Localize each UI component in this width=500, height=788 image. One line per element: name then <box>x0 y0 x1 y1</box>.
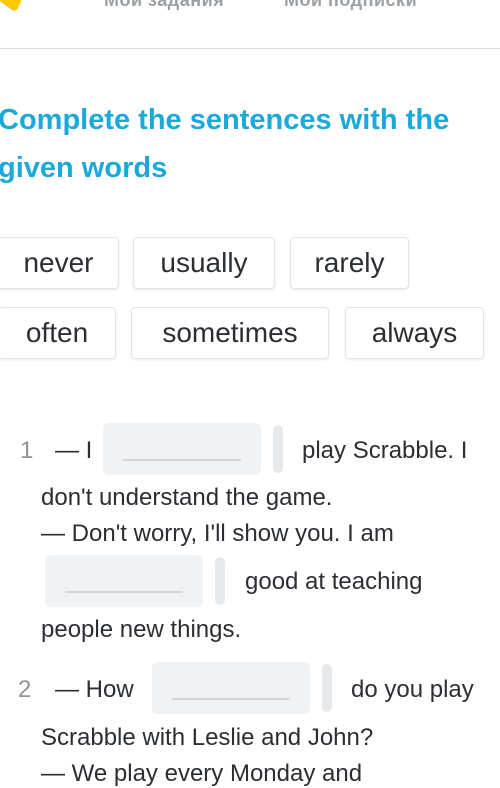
exercise-title: Complete the sentences with the given wo… <box>0 96 500 192</box>
nav-my-tasks[interactable]: Мои задания <box>104 0 224 11</box>
question-text: do you play <box>351 676 474 703</box>
word-chip-often[interactable]: often <box>0 307 116 359</box>
nav-my-subscriptions[interactable]: Мои подписки <box>284 0 417 11</box>
answer-blank[interactable] <box>45 555 203 607</box>
answer-blank[interactable] <box>103 423 261 475</box>
drag-handle[interactable] <box>322 664 332 712</box>
brand-logo-icon[interactable] <box>0 0 32 12</box>
question-text: — How <box>55 676 134 703</box>
top-navigation-bar: Мои задания Мои подписки <box>0 0 500 49</box>
question-text: play Scrabble. I <box>302 437 468 464</box>
question-number: 1 <box>20 437 34 464</box>
exercise-title-line1: Complete the sentences with the <box>0 104 450 136</box>
answer-blank[interactable] <box>152 662 310 714</box>
exercise-title-line2: given words <box>0 152 168 184</box>
question-text: don't understand the game. <box>41 484 333 511</box>
drag-handle[interactable] <box>273 425 283 473</box>
word-chip-rarely[interactable]: rarely <box>290 237 409 289</box>
question-text: — Don't worry, I'll show you. I am <box>41 520 394 547</box>
word-chip-usually[interactable]: usually <box>133 237 275 289</box>
word-chip-never[interactable]: never <box>0 237 119 289</box>
question-text: good at teaching <box>245 568 423 595</box>
question-text: Scrabble with Leslie and John? <box>41 724 374 751</box>
question-text: — We play every Monday and <box>41 760 363 787</box>
question-text: people new things. <box>41 616 242 643</box>
word-chip-always[interactable]: always <box>345 307 484 359</box>
drag-handle[interactable] <box>215 557 225 605</box>
question-text: — I <box>55 437 93 464</box>
word-chip-sometimes[interactable]: sometimes <box>131 307 329 359</box>
question-number: 2 <box>18 676 32 703</box>
